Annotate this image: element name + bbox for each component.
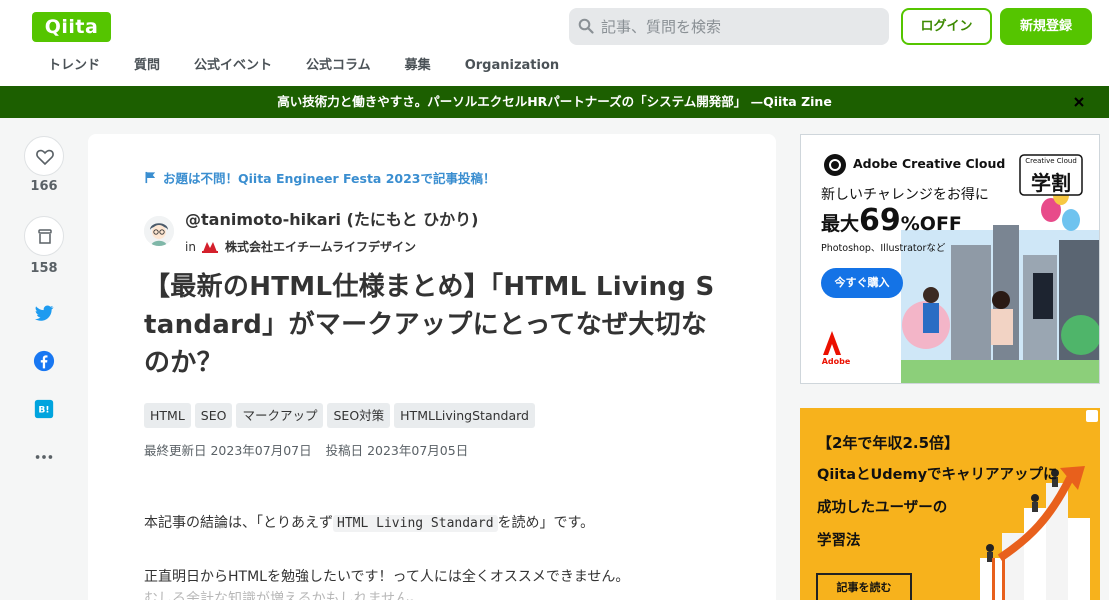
site-header: Qiita ログイン 新規登録 トレンド 質問 公式イベント 公式コラム 募集 … [0,0,1109,86]
ad-brand: Adobe Creative Cloud [853,156,1006,171]
signup-button[interactable]: 新規登録 [1000,8,1092,45]
updated-date: 最終更新日 2023年07月07日 [144,443,312,458]
twitter-icon[interactable] [33,302,55,324]
flag-icon [145,171,156,184]
ad-discount: 最大69%OFF [821,203,962,238]
facebook-icon[interactable] [33,350,55,372]
ad-apps: Photoshop、Illustratorなど [821,243,946,254]
ad2-line1: 【2年で年収2.5倍】 [817,434,960,452]
more-icon[interactable] [33,446,55,468]
close-icon[interactable] [1072,95,1086,109]
tag-seo[interactable]: SEO [194,403,233,428]
ad-badge-main: 学割 [1031,171,1071,195]
avatar-illustration [144,216,174,246]
ad-discount-prefix: 最大 [821,213,860,235]
nav-item-trend[interactable]: トレンド [48,56,100,78]
org-prefix: in [185,239,196,254]
search-box[interactable] [569,8,889,45]
udemy-ad[interactable]: 【2年で年収2.5倍】 QiitaとUdemyでキャリアアップに 成功したユーザ… [800,408,1100,600]
adobe-wordmark: Adobe [821,357,851,366]
article-card: お題は不問！Qiita Engineer Festa 2023で記事投稿！ @t… [88,134,776,600]
stock-count: 158 [30,261,58,276]
tag-seo-taisaku[interactable]: SEO対策 [327,403,391,428]
paragraph-text: を読め」です。 [497,515,595,531]
ad-headline: 新しいチャレンジをお得に [821,187,989,203]
login-button[interactable]: ログイン [901,8,992,45]
nav-item-official-events[interactable]: 公式イベント [194,56,272,78]
event-link-text[interactable]: お題は不問！Qiita Engineer Festa 2023で記事投稿！ [163,168,496,187]
nav-item-official-columns[interactable]: 公式コラム [306,56,371,78]
nav-item-organization[interactable]: Organization [465,56,559,78]
paragraph: 本記事の結論は、「とりあえず HTML Living Standard を読め」です… [144,512,594,535]
promo-banner[interactable]: 高い技術力と働きやすさ。パーソルエクセルHRパートナーズの「システム開発部」 —… [0,86,1109,118]
main-nav: トレンド 質問 公式イベント 公式コラム 募集 Organization [48,56,593,78]
tag-list: HTML SEO マークアップ SEO対策 HTMLLivingStandard [144,403,539,428]
organization-name[interactable]: 株式会社エイチームライフデザイン [225,238,416,255]
posted-date: 投稿日 2023年07月05日 [325,443,469,458]
stock-button[interactable] [24,216,64,256]
ad-badge-top: Creative Cloud [1025,157,1077,165]
ad2-cta-button[interactable]: 記事を読む [817,574,911,600]
like-button[interactable] [24,136,64,176]
nav-item-recruitment[interactable]: 募集 [405,56,431,78]
nav-item-questions[interactable]: 質問 [134,56,160,78]
ad-choices-icon[interactable] [1085,137,1097,149]
ad2-line4: 学習法 [817,533,861,549]
ad-choices-icon[interactable] [1086,410,1098,422]
hatena-bookmark-icon[interactable]: B! [33,398,55,420]
stock-icon [38,229,52,244]
search-icon [578,18,594,34]
promo-banner-text[interactable]: 高い技術力と働きやすさ。パーソルエクセルHRパートナーズの「システム開発部」 —… [0,86,1109,118]
qiita-logo[interactable]: Qiita [32,12,111,42]
paragraph-text: 本記事の結論は、「とりあえず [144,515,333,531]
author-name[interactable]: @tanimoto-hikari (たにもと ひかり) [185,206,478,230]
heart-icon [36,149,54,166]
tag-html[interactable]: HTML [144,403,191,428]
ad-discount-percent: 69 [859,203,901,238]
tag-markup[interactable]: マークアップ [236,403,324,428]
ad2-line2: QiitaとUdemyでキャリアアップに [817,467,1058,483]
organization-logo-icon[interactable] [201,240,219,254]
svg-text:B!: B! [38,405,49,416]
paragraph: むしろ余計な知識が増えるかもしれません。 [144,591,424,600]
ad-discount-suffix: %OFF [900,213,962,235]
avatar[interactable] [144,216,174,246]
ad2-line3: 成功したユーザーの [817,500,948,516]
search-input[interactable] [601,8,881,45]
article-title: 【最新のHTML仕様まとめ】「HTML Living Standard」がマーク… [144,272,715,378]
event-link[interactable]: お題は不問！Qiita Engineer Festa 2023で記事投稿！ [144,168,496,187]
article-dates: 最終更新日 2023年07月07日 投稿日 2023年07月05日 [144,440,478,459]
ad-cta-button[interactable]: 今すぐ購入 [821,268,903,298]
paragraph: 正直明日からHTMLを勉強したいです！って人には全くオススメできません。 [144,569,630,585]
inline-code: HTML Living Standard [333,515,498,532]
tag-html-living-standard[interactable]: HTMLLivingStandard [394,403,535,428]
adobe-ad[interactable]: Adobe Creative Cloud Creative Cloud 学割 新… [800,134,1100,384]
like-count: 166 [30,179,58,194]
organization: in 株式会社エイチームライフデザイン [185,238,416,255]
